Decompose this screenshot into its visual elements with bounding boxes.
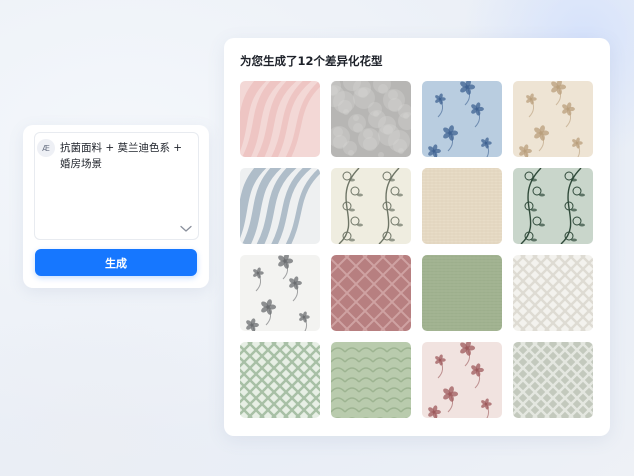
linen-texture-pattern-image bbox=[422, 168, 502, 244]
pattern-grid bbox=[240, 81, 593, 418]
generate-button[interactable]: 生成 bbox=[35, 249, 197, 276]
linen-texture-pattern[interactable] bbox=[422, 168, 502, 244]
pink-rose-floral-pattern-image bbox=[422, 342, 502, 418]
blue-floral-pattern[interactable] bbox=[422, 81, 502, 157]
white-fret-pattern-image bbox=[513, 255, 593, 331]
sage-vine-pattern[interactable] bbox=[513, 168, 593, 244]
grey-green-fret-pattern-image bbox=[513, 342, 593, 418]
mint-trellis-pattern-image bbox=[240, 342, 320, 418]
cream-vine-pattern-image bbox=[331, 168, 411, 244]
prompt-card: Æ 抗菌面料 + 莫兰迪色系 + 婚房场景 生成 bbox=[23, 125, 209, 288]
green-leaf-texture-pattern-image bbox=[331, 342, 411, 418]
results-title: 为您生成了12个差异化花型 bbox=[240, 54, 383, 68]
pink-rose-floral-pattern[interactable] bbox=[422, 342, 502, 418]
cream-vine-pattern[interactable] bbox=[331, 168, 411, 244]
results-panel: 为您生成了12个差异化花型 bbox=[224, 38, 610, 436]
rose-lattice-pattern-image bbox=[331, 255, 411, 331]
beige-floral-pattern[interactable] bbox=[513, 81, 593, 157]
pink-wave-pattern[interactable] bbox=[240, 81, 320, 157]
green-leaf-texture-pattern[interactable] bbox=[331, 342, 411, 418]
blue-grey-wave-pattern-image bbox=[240, 168, 320, 244]
prompt-input[interactable]: Æ 抗菌面料 + 莫兰迪色系 + 婚房场景 bbox=[34, 132, 199, 240]
white-sketch-floral-pattern[interactable] bbox=[240, 255, 320, 331]
white-sketch-floral-pattern-image bbox=[240, 255, 320, 331]
ai-avatar-icon: Æ bbox=[37, 139, 55, 157]
pink-wave-pattern-image bbox=[240, 81, 320, 157]
blue-floral-pattern-image bbox=[422, 81, 502, 157]
sage-linen-pattern-image bbox=[422, 255, 502, 331]
white-fret-pattern[interactable] bbox=[513, 255, 593, 331]
rose-lattice-pattern[interactable] bbox=[331, 255, 411, 331]
grey-marble-floral-pattern[interactable] bbox=[331, 81, 411, 157]
beige-floral-pattern-image bbox=[513, 81, 593, 157]
mint-trellis-pattern[interactable] bbox=[240, 342, 320, 418]
blue-grey-wave-pattern[interactable] bbox=[240, 168, 320, 244]
ai-avatar-text: Æ bbox=[42, 143, 50, 153]
grey-green-fret-pattern[interactable] bbox=[513, 342, 593, 418]
sage-vine-pattern-image bbox=[513, 168, 593, 244]
grey-marble-floral-pattern-image bbox=[331, 81, 411, 157]
prompt-text: 抗菌面料 + 莫兰迪色系 + 婚房场景 bbox=[60, 142, 183, 170]
sage-linen-pattern[interactable] bbox=[422, 255, 502, 331]
chevron-down-icon[interactable] bbox=[180, 225, 192, 233]
